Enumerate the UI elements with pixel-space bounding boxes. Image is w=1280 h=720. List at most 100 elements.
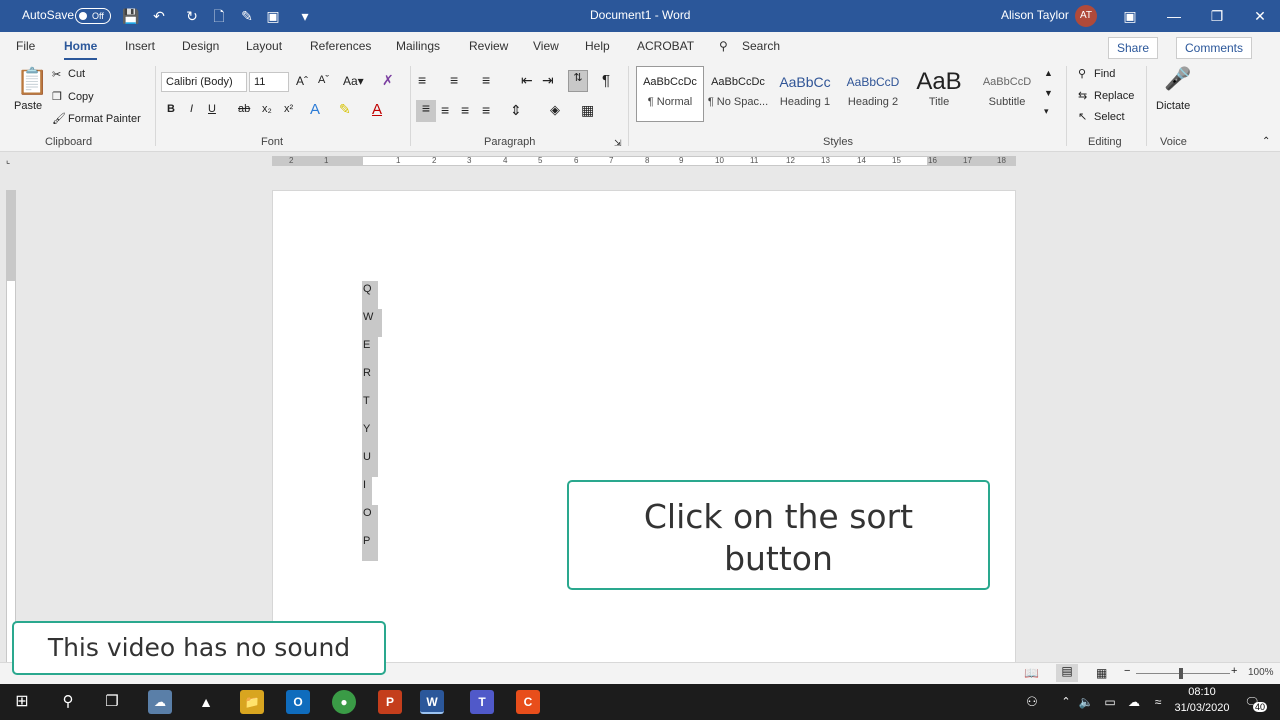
save-icon[interactable]: 💾 [122, 7, 140, 25]
app-icon[interactable]: ☁ [148, 690, 172, 714]
autosave-toggle[interactable]: Off [75, 8, 111, 24]
styles-scroll-up-icon[interactable]: ▲ [1044, 68, 1053, 78]
microphone-icon[interactable]: 🎤 [1164, 66, 1191, 92]
font-color-icon[interactable]: A [372, 101, 382, 118]
replace-icon[interactable]: ⇆ [1078, 89, 1087, 102]
teams-icon[interactable]: T [470, 690, 494, 714]
paste-label[interactable]: Paste [14, 100, 42, 112]
wifi-icon[interactable]: ≈ [1146, 690, 1170, 714]
grow-font-icon[interactable]: Aˆ [296, 74, 308, 88]
people-icon[interactable]: ⚇ [1020, 690, 1044, 714]
tab-mailings[interactable]: Mailings [396, 39, 440, 53]
copy-button[interactable]: Copy [68, 91, 94, 103]
web-layout-icon[interactable]: ▦ [1096, 666, 1107, 680]
style-no-spacing[interactable]: AaBbCcDc ¶ No Spac... [705, 68, 771, 120]
close-icon[interactable]: ✕ [1250, 6, 1270, 26]
style-normal[interactable]: AaBbCcDc ¶ Normal [637, 68, 703, 120]
highlight-icon[interactable]: ✎ [339, 101, 351, 118]
document-line[interactable]: O [362, 505, 378, 533]
bullets-icon[interactable]: ≡ [418, 72, 426, 88]
style-heading-2[interactable]: AaBbCcD Heading 2 [840, 68, 906, 120]
outlook-icon[interactable]: O [286, 690, 310, 714]
zoom-out-icon[interactable]: − [1124, 665, 1130, 677]
paste-icon[interactable]: 📋 [16, 66, 48, 97]
document-line[interactable]: R [362, 365, 378, 393]
new-document-icon[interactable]: 🗋 [210, 7, 228, 25]
align-center-icon[interactable]: ≡ [441, 102, 449, 118]
zoom-slider-thumb[interactable] [1179, 668, 1183, 679]
document-page[interactable] [272, 190, 1016, 670]
zoom-level[interactable]: 100% [1248, 667, 1274, 678]
powerpoint-icon[interactable]: P [378, 690, 402, 714]
sort-icon[interactable]: ⇅ [568, 70, 588, 92]
user-name[interactable]: Alison Taylor [1001, 8, 1069, 22]
line-spacing-icon[interactable]: ⇕ [510, 102, 522, 119]
task-view-icon[interactable]: ❐ [100, 690, 124, 714]
avatar[interactable]: AT [1075, 5, 1097, 27]
chrome-icon[interactable]: ● [332, 690, 356, 714]
tab-references[interactable]: References [310, 39, 371, 53]
format-painter-button[interactable]: Format Painter [68, 113, 141, 125]
underline-icon[interactable]: U [208, 103, 216, 115]
zoom-in-icon[interactable]: + [1231, 665, 1237, 677]
cut-button[interactable]: Cut [68, 68, 85, 80]
windows-start-icon[interactable]: ⊞ [10, 690, 34, 714]
select-button[interactable]: Select [1094, 111, 1125, 123]
align-left-icon[interactable]: ≡ [416, 100, 436, 122]
paragraph-launcher-icon[interactable]: ⇲ [614, 138, 622, 149]
document-line[interactable]: W [362, 309, 382, 337]
customize-toolbar-icon[interactable]: ▾ [296, 7, 314, 25]
styles-more-icon[interactable]: ▾ [1044, 106, 1049, 117]
style-heading-1[interactable]: AaBbCc Heading 1 [772, 68, 838, 120]
restore-icon[interactable]: ❐ [1207, 6, 1227, 26]
word-icon[interactable]: W [420, 690, 444, 714]
undo-icon[interactable]: ↶ [150, 7, 168, 25]
show-formatting-icon[interactable]: ¶ [602, 72, 610, 89]
dictate-button[interactable]: Dictate [1156, 100, 1190, 112]
share-button[interactable]: Share [1108, 37, 1159, 59]
cut-icon[interactable]: ✂ [52, 68, 61, 81]
zoom-slider[interactable] [1136, 673, 1230, 674]
collapse-ribbon-icon[interactable]: ⌃ [1262, 136, 1270, 147]
search-label[interactable]: Search [742, 39, 780, 53]
decrease-indent-icon[interactable]: ⇤ [521, 72, 533, 89]
minimize-icon[interactable]: — [1164, 6, 1184, 26]
subscript-icon[interactable]: x₂ [262, 103, 272, 115]
copy-icon[interactable]: ❐ [52, 90, 62, 103]
tab-help[interactable]: Help [585, 39, 610, 53]
document-line[interactable]: Y [362, 421, 378, 449]
comments-button[interactable]: Comments [1176, 37, 1253, 59]
document-line[interactable]: E [362, 337, 378, 365]
tab-review[interactable]: Review [469, 39, 508, 53]
tab-layout[interactable]: Layout [246, 39, 282, 53]
bold-icon[interactable]: B [167, 103, 175, 115]
tab-home[interactable]: Home [64, 39, 98, 61]
italic-icon[interactable]: I [190, 103, 193, 115]
print-layout-icon[interactable]: ▤ [1056, 664, 1078, 682]
read-mode-icon[interactable]: 📖 [1024, 666, 1039, 680]
numbering-icon[interactable]: ≡ [450, 72, 458, 88]
battery-icon[interactable]: ▭ [1098, 690, 1122, 714]
find-icon[interactable]: ⚲ [1078, 67, 1086, 80]
document-line[interactable]: T [362, 393, 378, 421]
multilevel-list-icon[interactable]: ≡ [482, 72, 490, 88]
strikethrough-icon[interactable]: ab [238, 103, 250, 115]
tab-view[interactable]: View [533, 39, 559, 53]
font-name-select[interactable]: Calibri (Body) [161, 72, 247, 92]
styles-scroll-down-icon[interactable]: ▼ [1044, 88, 1053, 98]
text-effects-icon[interactable]: A [310, 101, 320, 118]
redo-icon[interactable]: ↻ [183, 7, 201, 25]
increase-indent-icon[interactable]: ⇥ [542, 72, 554, 89]
align-right-icon[interactable]: ≡ [461, 102, 469, 118]
camtasia-icon[interactable]: C [516, 690, 540, 714]
find-button[interactable]: Find [1094, 68, 1115, 80]
borders-icon[interactable]: ▦ [581, 102, 594, 119]
photos-icon[interactable]: ▲ [194, 690, 218, 714]
print-preview-icon[interactable]: ▣ [264, 7, 282, 25]
tab-acrobat[interactable]: ACROBAT [637, 39, 694, 53]
tab-design[interactable]: Design [182, 39, 219, 53]
clock-date[interactable]: 31/03/2020 [1168, 702, 1236, 714]
document-line[interactable]: U [362, 449, 378, 477]
file-explorer-icon[interactable]: 📁 [240, 690, 264, 714]
style-title[interactable]: AaB Title [906, 68, 972, 120]
